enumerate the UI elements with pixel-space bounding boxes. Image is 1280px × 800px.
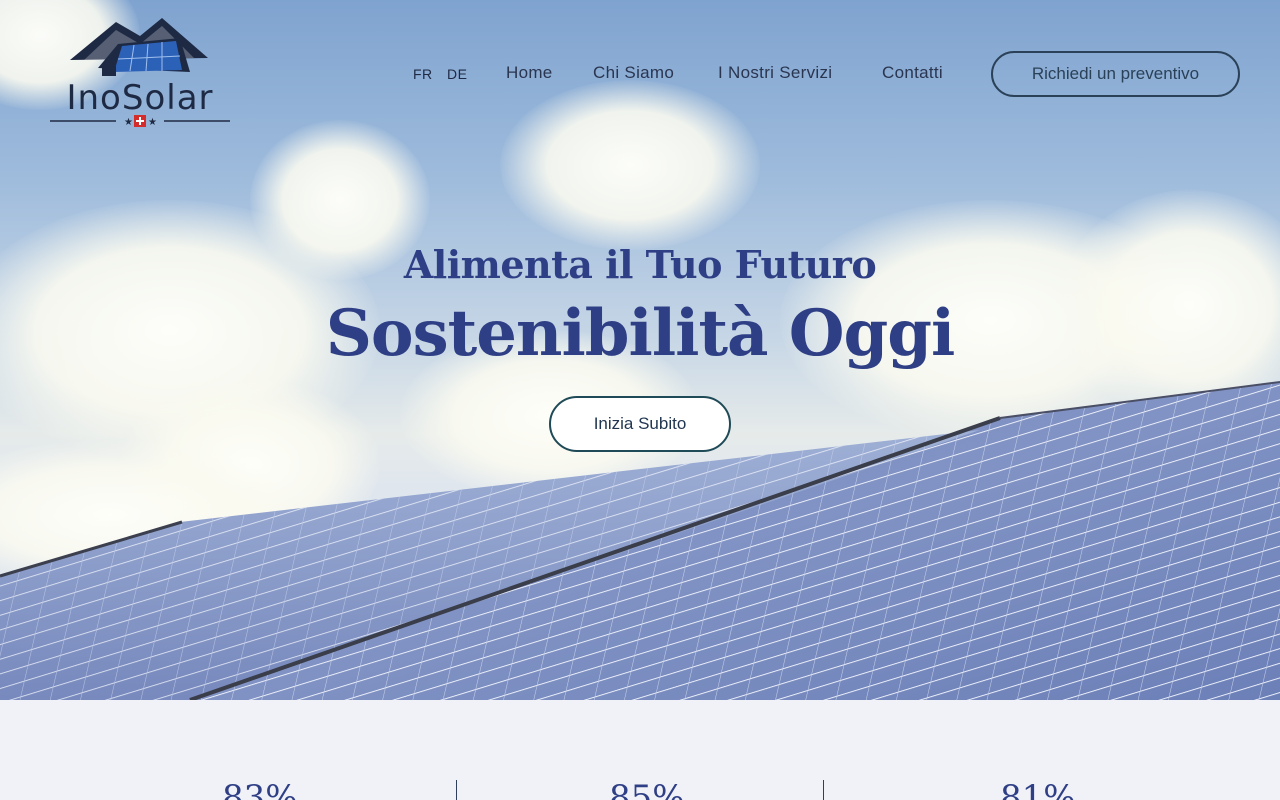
- hero-section: InoSolar ★ ★ FR DE Home Chi Siamo I Nost…: [0, 0, 1280, 700]
- request-quote-button[interactable]: Richiedi un preventivo: [991, 51, 1240, 97]
- stats-divider: [456, 780, 457, 800]
- brand-name: InoSolar: [66, 78, 214, 118]
- nav-home[interactable]: Home: [506, 63, 553, 83]
- stats-divider: [823, 780, 824, 800]
- nav-contatti[interactable]: Contatti: [882, 63, 943, 83]
- lang-fr-link[interactable]: FR: [413, 66, 433, 82]
- mountain-roof-logo-icon: [70, 18, 208, 76]
- svg-text:★: ★: [124, 117, 133, 128]
- lang-de-link[interactable]: DE: [447, 66, 467, 82]
- brand-logo[interactable]: InoSolar ★ ★: [44, 14, 236, 130]
- stat-value: 83%: [222, 778, 298, 800]
- stats-section: 83% 85% 81%: [0, 700, 1280, 800]
- hero-subtitle: Alimenta il Tuo Futuro: [403, 242, 877, 287]
- stat-value: 85%: [609, 778, 685, 800]
- svg-text:★: ★: [148, 117, 157, 128]
- nav-servizi[interactable]: I Nostri Servizi: [718, 63, 832, 83]
- start-now-button[interactable]: Inizia Subito: [549, 396, 731, 452]
- nav-chi-siamo[interactable]: Chi Siamo: [593, 63, 674, 83]
- swiss-flag-icon: ★ ★: [50, 115, 230, 128]
- stat-value: 81%: [1000, 778, 1076, 800]
- hero-title: Sostenibilità Oggi: [325, 296, 956, 371]
